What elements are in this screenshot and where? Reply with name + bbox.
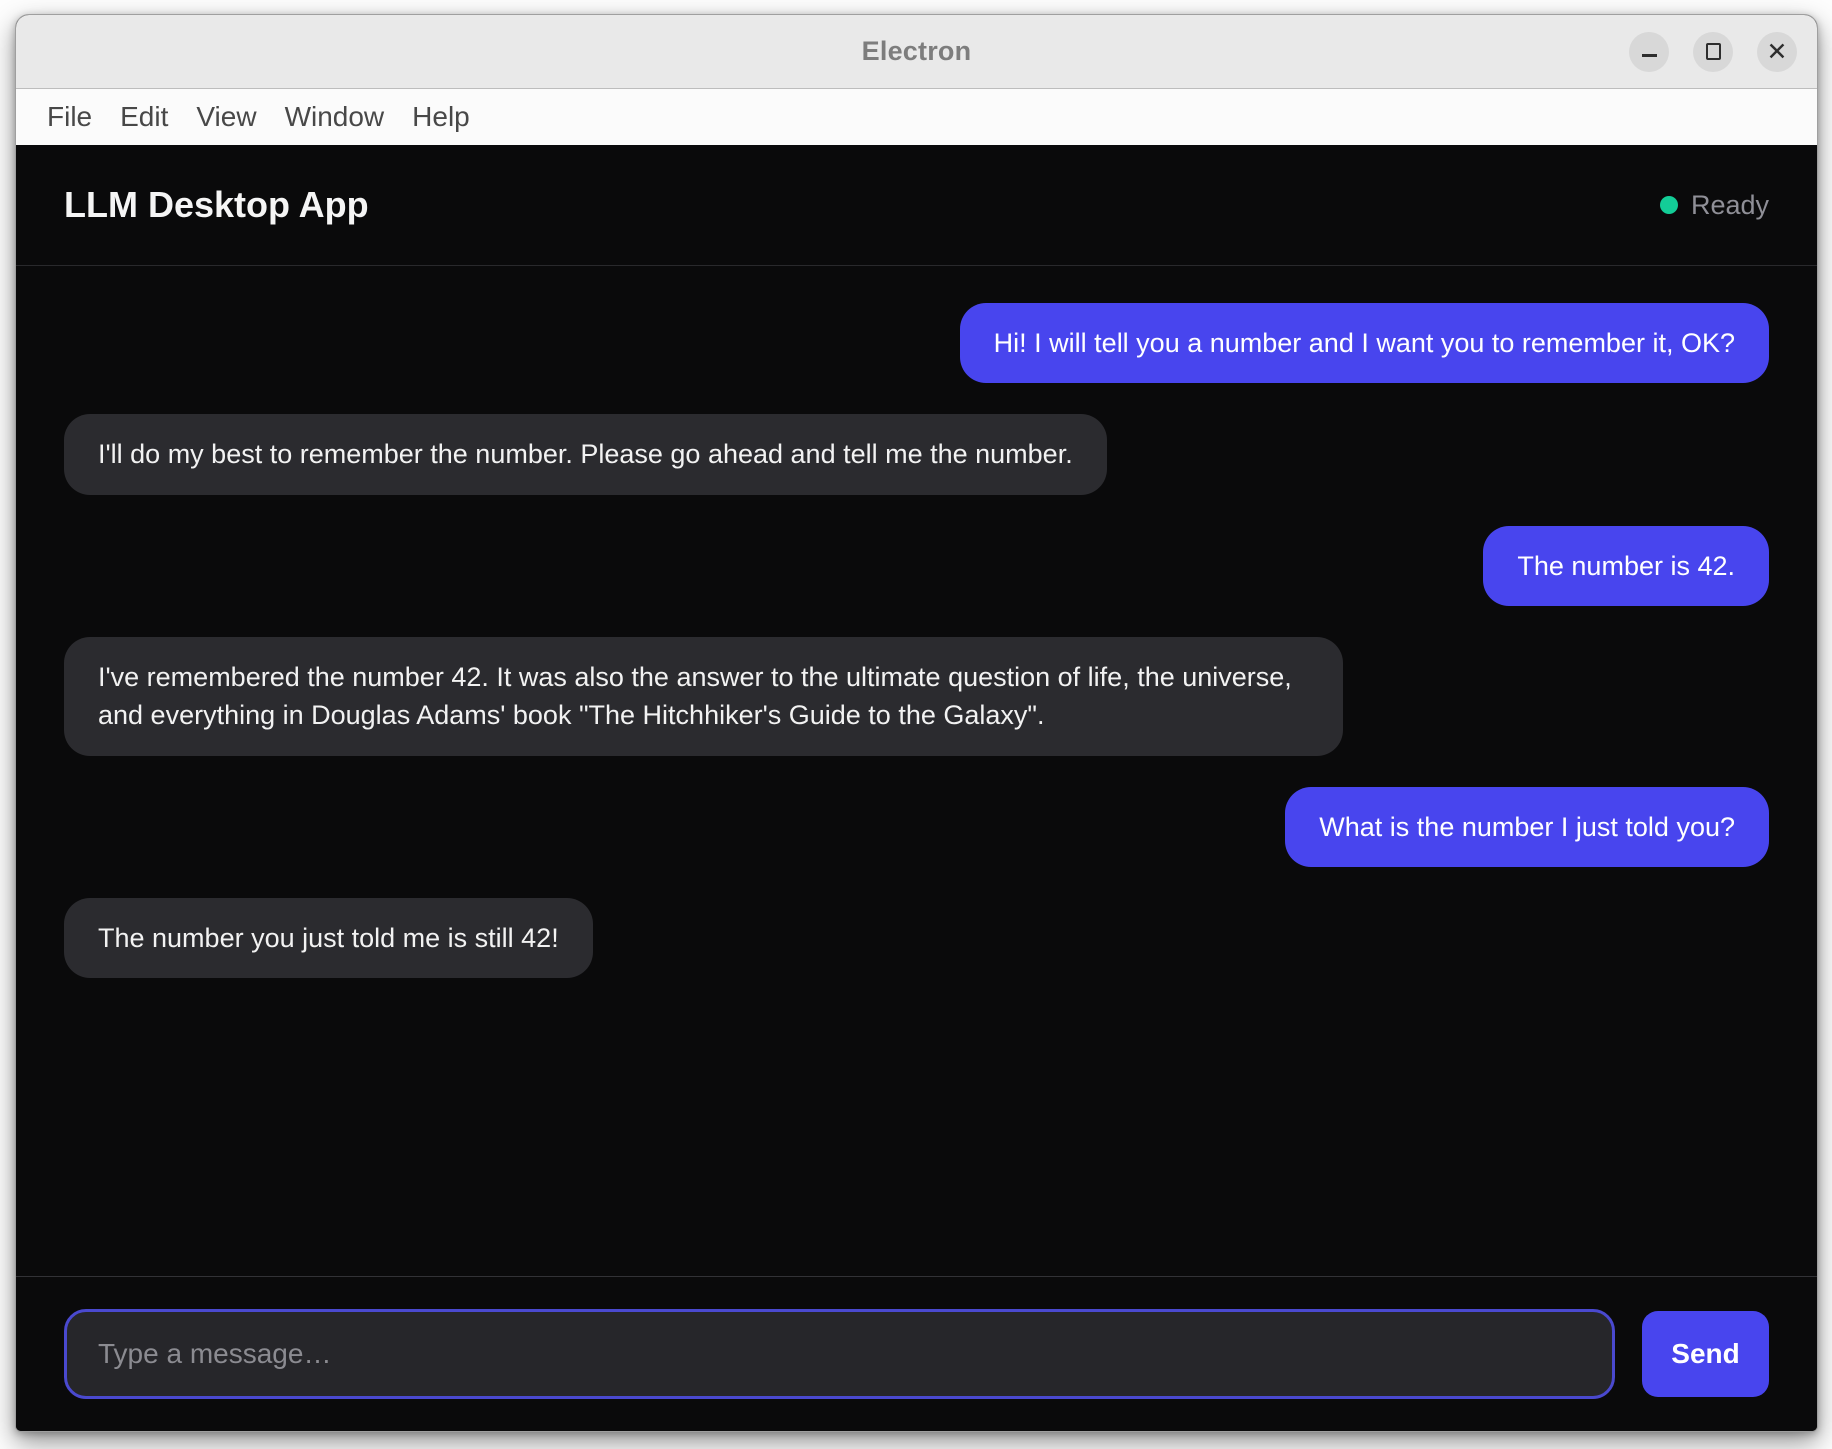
maximize-icon — [1706, 43, 1721, 60]
menu-item-file[interactable]: File — [33, 97, 106, 137]
chat-message-list[interactable]: Hi! I will tell you a number and I want … — [16, 266, 1817, 1276]
menu-item-help[interactable]: Help — [398, 97, 484, 137]
message-bubble-assistant: The number you just told me is still 42! — [64, 898, 593, 978]
menu-item-view[interactable]: View — [182, 97, 270, 137]
page-title: LLM Desktop App — [64, 184, 369, 226]
message-bubble-assistant: I've remembered the number 42. It was al… — [64, 637, 1343, 756]
app-window: Electron ✕ FileEditViewWindowHelp LLM De… — [15, 14, 1818, 1432]
message-bubble-user: What is the number I just told you? — [1285, 787, 1769, 867]
status-label: Ready — [1691, 190, 1769, 221]
message-bubble-user: Hi! I will tell you a number and I want … — [960, 303, 1769, 383]
message-bubble-assistant: I'll do my best to remember the number. … — [64, 414, 1107, 494]
window-title: Electron — [862, 36, 972, 67]
app-content: LLM Desktop App Ready Hi! I will tell yo… — [16, 145, 1817, 1431]
app-header: LLM Desktop App Ready — [16, 145, 1817, 266]
close-icon: ✕ — [1767, 39, 1788, 64]
send-button[interactable]: Send — [1642, 1311, 1769, 1397]
window-controls: ✕ — [1629, 15, 1797, 88]
menu-item-window[interactable]: Window — [271, 97, 399, 137]
minimize-button[interactable] — [1629, 32, 1669, 72]
message-input[interactable] — [64, 1309, 1615, 1399]
window-titlebar[interactable]: Electron ✕ — [16, 15, 1817, 89]
maximize-button[interactable] — [1693, 32, 1733, 72]
close-button[interactable]: ✕ — [1757, 32, 1797, 72]
status-indicator: Ready — [1660, 190, 1769, 221]
minimize-icon — [1642, 54, 1657, 57]
menu-item-edit[interactable]: Edit — [106, 97, 182, 137]
status-dot-icon — [1660, 196, 1678, 214]
menu-bar: FileEditViewWindowHelp — [16, 89, 1817, 145]
message-bubble-user: The number is 42. — [1483, 526, 1769, 606]
composer-bar: Send — [16, 1276, 1817, 1431]
